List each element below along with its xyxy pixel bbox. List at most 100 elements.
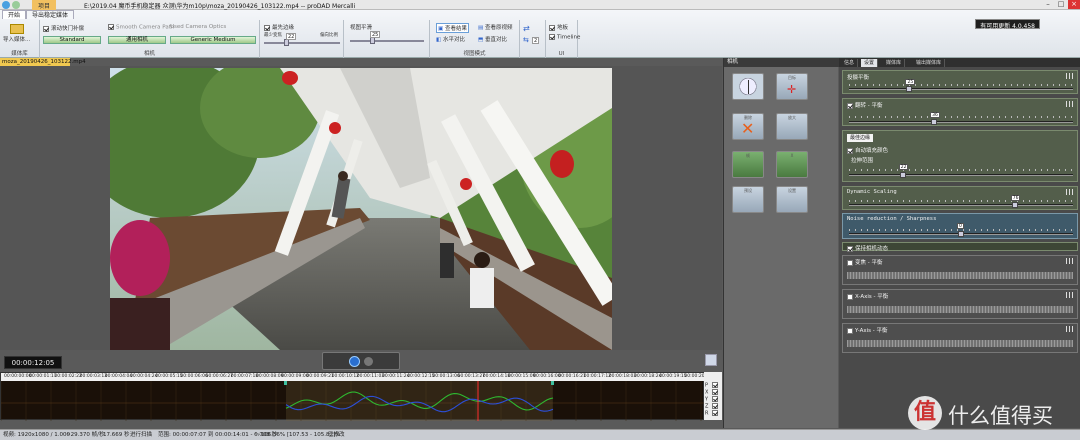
tab-output[interactable]: 输出媒体库 (913, 59, 946, 67)
horizon-value: 25 (370, 31, 381, 38)
section-title[interactable]: X-Axis - 平衡 (847, 292, 888, 300)
stretch-slider[interactable] (849, 172, 1073, 178)
maximize-icon[interactable]: □ (1055, 0, 1067, 9)
expand-icon[interactable] (705, 354, 717, 366)
tab-media[interactable]: 媒体库 (883, 59, 906, 67)
preset-button[interactable]: 预设 (732, 186, 764, 213)
record-icon[interactable] (364, 357, 373, 366)
track-toggle[interactable]: P (705, 382, 720, 389)
checkbox[interactable] (847, 259, 853, 266)
section-title[interactable]: Y-Axis - 平衡 (847, 326, 887, 334)
track-label: Y (705, 396, 709, 403)
play-icon[interactable] (349, 356, 360, 367)
spin-value[interactable]: 2 (532, 37, 540, 44)
border-check[interactable]: 最先边缘 (264, 23, 294, 31)
minimize-icon[interactable]: – (1042, 0, 1054, 9)
checkbox[interactable] (847, 327, 853, 334)
ruler-tick-label: 00:00:12:15 (407, 374, 435, 379)
checkbox[interactable] (712, 410, 719, 416)
checkbox[interactable] (549, 24, 555, 31)
rolling-shutter-dropdown[interactable]: Standard (43, 36, 101, 44)
horizontal-split-button[interactable]: ◧ 水平对比 (436, 35, 465, 43)
quick-access-icon[interactable] (12, 1, 20, 9)
ruler-tick-label: 00:00:18:03 (608, 374, 637, 379)
checkbox[interactable] (712, 396, 719, 402)
noise-slider[interactable] (849, 231, 1073, 237)
checkbox[interactable] (264, 24, 270, 31)
slider-knob[interactable] (931, 119, 938, 125)
document-tab[interactable]: moza_20190426_103122.mp4 (0, 58, 86, 66)
ruler-tick-label: 00:00:13:06 (432, 374, 460, 379)
slider-knob[interactable] (1011, 202, 1018, 208)
section-title[interactable]: 最佳边缘 (847, 134, 874, 142)
checkbox[interactable] (847, 147, 853, 154)
timeline-check[interactable]: Timeline (549, 34, 580, 41)
app-icon[interactable] (2, 1, 10, 9)
smooth-camera-check[interactable]: Smooth Camera Path (108, 24, 174, 31)
track-toggle[interactable]: R (705, 410, 720, 417)
delete-button[interactable]: 删除 ✕ (732, 113, 764, 140)
rolling-shutter-check[interactable]: 滚动快门补偿 (43, 24, 84, 32)
tab-info[interactable]: 信息 (841, 59, 859, 67)
checkbox[interactable] (108, 24, 114, 30)
checkbox[interactable] (847, 102, 853, 109)
zoom-button[interactable]: 放大 (776, 113, 808, 140)
slider-knob[interactable] (906, 86, 913, 92)
slider-thumb[interactable] (370, 37, 375, 44)
section-title[interactable]: 变焦 - 平衡 (847, 258, 882, 266)
checkbox[interactable] (847, 245, 853, 252)
section-title[interactable]: 翻转 - 平衡 (847, 101, 882, 109)
timeline[interactable]: 00:00:00:00 00:00:01:11 00:00:02:22 00:00:0… (0, 372, 705, 421)
floor-check[interactable]: 地板 (549, 23, 568, 31)
ruler-tick-label: 00:00:06:27 (205, 374, 234, 379)
horizon-slider[interactable] (350, 37, 424, 44)
smooth-camera-dropdown[interactable]: 通用相机 (108, 36, 166, 44)
import-button[interactable]: 导入媒体... (3, 35, 30, 43)
auto-fill-check[interactable]: 自动填充颜色 (847, 146, 888, 154)
compare-button[interactable]: ▤ 查看原视频 (478, 23, 512, 31)
track-toggle[interactable]: X (705, 389, 720, 396)
slider-thumb[interactable] (284, 39, 289, 46)
frame-button[interactable]: 帧 (732, 151, 764, 178)
slider-knob[interactable] (899, 172, 906, 178)
track-toggle[interactable]: Y (705, 396, 720, 403)
checkbox[interactable] (712, 382, 719, 388)
watermark-text: 什么值得买 (948, 404, 1053, 428)
shake-slider[interactable] (849, 86, 1073, 92)
slider-knob[interactable] (958, 231, 964, 237)
camera-optics-dropdown[interactable]: Generic Medium (170, 36, 256, 44)
track-label: R (705, 410, 709, 417)
position-button[interactable] (732, 73, 764, 100)
flip-slider[interactable] (849, 119, 1073, 125)
highlight-tab[interactable]: 项目 (32, 0, 57, 10)
checkbox[interactable] (712, 389, 719, 395)
close-icon[interactable]: × (1068, 0, 1080, 9)
track-toggle[interactable]: Z (705, 403, 720, 410)
grip-icon (1066, 258, 1074, 264)
checkbox[interactable] (43, 25, 49, 32)
tab-start[interactable]: 开始 (2, 10, 27, 19)
arrow-icon[interactable]: ⇄ (523, 24, 530, 33)
target-button[interactable]: 目标 ✛ (776, 73, 808, 100)
tab-export[interactable]: 导出稳定媒体 (26, 10, 75, 19)
disabled-slider (847, 340, 1073, 347)
tab-settings[interactable]: 设置 (861, 59, 879, 67)
checkbox[interactable] (549, 34, 555, 40)
settings-button[interactable]: 设置 (776, 186, 808, 213)
ruler-tick-label: 00:00:15:09 (508, 374, 536, 379)
checkbox[interactable] (712, 403, 719, 409)
arrow-icon[interactable]: ⇆ (523, 36, 529, 44)
ruler-tick-label: 00:00:04:24 (130, 374, 158, 379)
checkbox[interactable] (847, 293, 853, 300)
axis-button[interactable]: X (776, 151, 808, 178)
zoom-slider[interactable] (264, 39, 340, 46)
keep-camera-row[interactable]: 保持相机动态 (842, 242, 1078, 252)
video-frame (110, 68, 612, 350)
scaling-slider[interactable] (849, 202, 1073, 208)
vertical-split-button[interactable]: ⬒ 垂直对比 (478, 35, 507, 43)
status-state: 已修改 (328, 432, 345, 438)
overview-button[interactable]: ▣ 查看结果 (436, 23, 469, 33)
status-video: 视频: 1920x1080 / 1.000 (3, 432, 70, 438)
keep-camera-check[interactable]: 保持相机动态 (847, 244, 888, 252)
update-button[interactable]: 有可用更新 4.0.458 (975, 19, 1040, 30)
